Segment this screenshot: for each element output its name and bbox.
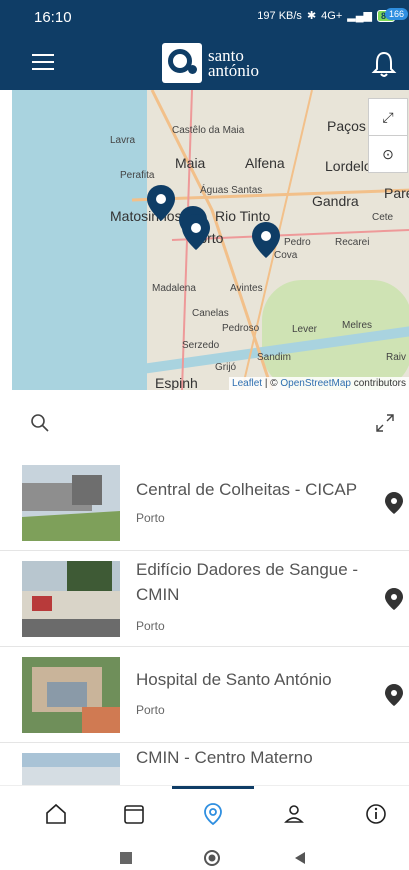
calendar-icon[interactable] bbox=[121, 801, 147, 827]
map-label: Grijó bbox=[215, 362, 237, 373]
map-label: Castêlo da Maia bbox=[172, 125, 245, 136]
map-label: Espinh bbox=[155, 375, 198, 390]
location-icon[interactable] bbox=[200, 801, 226, 827]
logo-line-2: antónio bbox=[208, 61, 259, 80]
map-label: Perafita bbox=[120, 170, 155, 181]
map-label: Melres bbox=[342, 320, 373, 331]
map-label: Raiv bbox=[386, 352, 407, 363]
menu-icon[interactable] bbox=[32, 54, 54, 70]
map-view[interactable]: Castêlo da Maia Paços Lavra Maia Alfena … bbox=[12, 90, 409, 390]
profile-icon[interactable] bbox=[281, 801, 307, 827]
location-title: Hospital de Santo António bbox=[136, 670, 332, 689]
expand-icon[interactable] bbox=[375, 413, 395, 433]
map-label: Canelas bbox=[192, 308, 229, 319]
list-item[interactable]: Central de Colheitas - CICAP Porto bbox=[0, 455, 409, 551]
map-label: Recarei bbox=[335, 237, 370, 248]
status-time: 16:10 bbox=[34, 9, 72, 26]
location-pin-icon[interactable] bbox=[385, 588, 403, 610]
active-tab-indicator bbox=[172, 786, 254, 789]
info-icon[interactable] bbox=[363, 801, 389, 827]
osm-link[interactable]: OpenStreetMap bbox=[280, 378, 351, 389]
list-item[interactable]: CMIN - Centro Materno bbox=[0, 743, 409, 785]
map-label: Pare bbox=[384, 185, 409, 201]
network-type: 4G+ bbox=[321, 9, 343, 22]
status-icons: 197 KB/s ✱ 4G+ ▂▄▆ 89 bbox=[257, 9, 395, 22]
location-thumbnail bbox=[22, 753, 120, 785]
logo-mark-icon bbox=[162, 43, 202, 83]
location-thumbnail bbox=[22, 465, 120, 541]
attribution-separator: | © bbox=[262, 378, 281, 389]
network-speed: 197 KB/s bbox=[257, 9, 302, 22]
location-city: Porto bbox=[136, 703, 165, 717]
notification-bell-icon[interactable] bbox=[371, 50, 397, 78]
location-thumbnail bbox=[22, 561, 120, 637]
app-header: santo antónio bbox=[0, 34, 409, 90]
status-bar: 16:10 197 KB/s ✱ 4G+ ▂▄▆ 89 bbox=[0, 0, 409, 34]
map-label: Avintes bbox=[230, 283, 263, 294]
map-label: Lever bbox=[292, 324, 318, 335]
map-locate-button[interactable]: ⊙ bbox=[368, 135, 408, 173]
map-label: Sandim bbox=[257, 352, 291, 363]
location-title: CMIN - Centro Materno bbox=[136, 748, 313, 767]
location-title: Central de Colheitas - CICAP bbox=[136, 480, 358, 499]
app-logo: santo antónio bbox=[162, 43, 259, 83]
home-icon[interactable] bbox=[43, 801, 69, 827]
map-label: Gandra bbox=[312, 193, 359, 209]
attribution-tail: contributors bbox=[350, 378, 406, 389]
location-city: Porto bbox=[136, 619, 165, 633]
bluetooth-icon: ✱ bbox=[306, 10, 317, 22]
map-label: Madalena bbox=[152, 283, 196, 294]
location-thumbnail bbox=[22, 657, 120, 733]
map-marker-icon[interactable] bbox=[147, 185, 175, 221]
leaflet-link[interactable]: Leaflet bbox=[232, 378, 262, 389]
map-label: Lavra bbox=[110, 135, 136, 146]
notification-badge: 166 bbox=[385, 8, 409, 20]
map-label: Cete bbox=[372, 212, 394, 223]
map-fullscreen-button[interactable]: ⤢ bbox=[368, 98, 408, 136]
logo-text: santo antónio bbox=[208, 47, 259, 80]
map-label: Lordelo bbox=[325, 158, 372, 174]
map-attribution: Leaflet | © OpenStreetMap contributors bbox=[229, 377, 409, 390]
map-label: Pedro bbox=[284, 237, 311, 248]
search-icon[interactable] bbox=[30, 413, 50, 433]
location-city: Porto bbox=[136, 511, 165, 525]
map-label: Pedroso bbox=[222, 323, 260, 334]
list-item[interactable]: Hospital de Santo António Porto bbox=[0, 647, 409, 743]
bottom-navigation bbox=[0, 785, 409, 841]
back-icon[interactable] bbox=[293, 851, 307, 865]
map-label: Maia bbox=[175, 155, 206, 171]
location-pin-icon[interactable] bbox=[385, 684, 403, 706]
map-marker-icon[interactable] bbox=[182, 214, 210, 250]
recent-apps-icon[interactable] bbox=[119, 851, 133, 865]
map-label: Paços bbox=[327, 118, 366, 134]
location-pin-icon[interactable] bbox=[385, 492, 403, 514]
locations-list: Central de Colheitas - CICAP Porto Edifí… bbox=[0, 455, 409, 785]
home-button-icon[interactable] bbox=[203, 849, 221, 867]
list-item[interactable]: Edifício Dadores de Sangue - CMIN Porto bbox=[0, 551, 409, 647]
map-label: Alfena bbox=[245, 155, 285, 171]
map-label: Águas Santas bbox=[200, 185, 263, 196]
map-marker-icon[interactable] bbox=[252, 222, 280, 258]
list-toolbar bbox=[0, 398, 409, 448]
map-label: Serzedo bbox=[182, 340, 220, 351]
location-title: Edifício Dadores de Sangue - CMIN bbox=[136, 560, 359, 604]
system-navigation-bar bbox=[0, 841, 409, 870]
signal-icon: ▂▄▆ bbox=[347, 10, 372, 22]
